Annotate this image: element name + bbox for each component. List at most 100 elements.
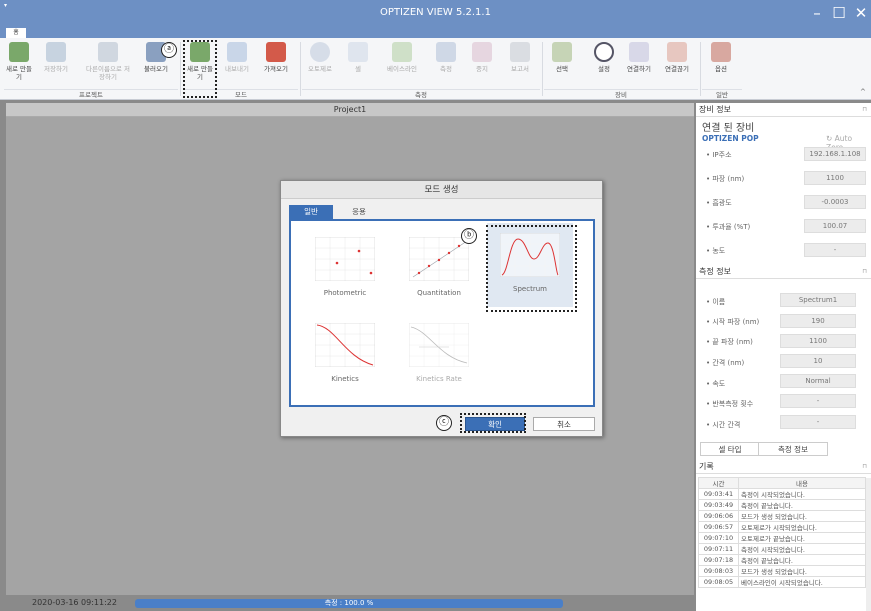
pin-icon[interactable]: ⊓ xyxy=(862,265,867,279)
group-label-device: 장비 xyxy=(544,89,698,99)
disconnect-icon xyxy=(667,42,687,62)
export-icon xyxy=(227,42,247,62)
tab-measure-info[interactable]: 측정 정보 xyxy=(758,442,828,456)
save-icon xyxy=(46,42,66,62)
kinetics-rate-chart-icon xyxy=(409,323,469,367)
log-time: 09:07:11 xyxy=(698,543,739,555)
device-info-header: 장비 정보 ⊓ xyxy=(696,103,871,117)
mode-import-button[interactable]: 가져오기 xyxy=(258,42,294,88)
prop-value: -0.0003 xyxy=(804,195,866,209)
tab-application[interactable]: 응용 xyxy=(337,205,381,219)
log-message: 측정이 시작되었습니다. xyxy=(738,488,866,500)
highlight-new-mode xyxy=(183,40,217,98)
prop-value: 192.168.1.108 xyxy=(804,147,866,161)
table-row[interactable]: 09:03:41 측정이 시작되었습니다. xyxy=(698,488,866,500)
dialog-title: 모드 생성 xyxy=(281,181,602,199)
log-time: 09:03:41 xyxy=(698,488,739,500)
tab-general[interactable]: 일반 xyxy=(289,205,333,219)
prop-label: • IP주소 xyxy=(706,151,732,159)
log-time: 09:08:03 xyxy=(698,565,739,577)
close-button[interactable]: ✕ xyxy=(850,4,871,22)
prop-label: • 이름 xyxy=(706,298,726,306)
document-title: Project1 xyxy=(6,103,694,117)
log-col-content: 내용 xyxy=(738,477,866,489)
badge-c: ⓒ xyxy=(436,415,452,431)
badge-b: ⓑ xyxy=(461,228,477,244)
mode-label: Photometric xyxy=(323,289,367,297)
log-scrollbar[interactable] xyxy=(866,478,871,611)
prop-value: 100.07 xyxy=(804,219,866,233)
prop-value: Normal xyxy=(780,374,856,388)
log-message: 측정이 끝났습니다. xyxy=(738,554,866,566)
pin-icon[interactable]: ⊓ xyxy=(862,460,867,474)
table-row[interactable]: 09:07:10 오토제로가 끝났습니다. xyxy=(698,532,866,544)
mode-label: Kinetics xyxy=(331,375,359,383)
project-new-button[interactable]: 새로 만들기 xyxy=(6,42,32,88)
prop-label: • 파장 (nm) xyxy=(706,175,745,183)
baseline-button[interactable]: 베이스라인 xyxy=(382,42,422,88)
cell-button[interactable]: 셀 xyxy=(344,42,372,88)
photometric-chart-icon xyxy=(315,237,375,281)
group-label-measure: 측정 xyxy=(302,89,540,99)
group-separator xyxy=(180,42,181,96)
auto-zero-button[interactable]: 오토제로 xyxy=(304,42,336,88)
project-save-as-button[interactable]: 다른이름으로 저장하기 xyxy=(86,42,130,88)
prop-label: • 속도 xyxy=(706,380,726,388)
options-button[interactable]: 옵션 xyxy=(708,42,734,88)
prop-label: • 시간 간격 xyxy=(706,421,741,429)
group-separator xyxy=(542,42,543,96)
prop-label: • 반복측정 횟수 xyxy=(706,400,754,408)
table-row[interactable]: 09:07:11 측정이 시작되었습니다. xyxy=(698,543,866,555)
device-settings-button[interactable]: 설정 xyxy=(590,42,618,88)
report-icon xyxy=(510,42,530,62)
maximize-button[interactable]: ☐ xyxy=(828,4,850,22)
dialog-cancel-button[interactable]: 취소 xyxy=(533,417,595,431)
prop-value: - xyxy=(780,415,856,429)
log-col-time: 시간 xyxy=(698,477,739,489)
quantitation-chart-icon xyxy=(409,237,469,281)
device-disconnect-button[interactable]: 연결끊기 xyxy=(660,42,694,88)
prop-value: 1100 xyxy=(780,334,856,348)
minimize-button[interactable]: – xyxy=(806,4,828,22)
measure-button[interactable]: 측정 xyxy=(432,42,460,88)
device-connect-button[interactable]: 연결하기 xyxy=(622,42,656,88)
table-row[interactable]: 09:08:05 베이스라인이 시작되었습니다. xyxy=(698,576,866,588)
prop-value: Spectrum1 xyxy=(780,293,856,307)
stop-button[interactable]: 중지 xyxy=(468,42,496,88)
table-row[interactable]: 09:06:06 모드가 생성 되었습니다. xyxy=(698,510,866,522)
baseline-icon xyxy=(392,42,412,62)
prop-value: 190 xyxy=(780,314,856,328)
table-row[interactable]: 09:07:18 측정이 끝났습니다. xyxy=(698,554,866,566)
table-row[interactable]: 09:08:03 모드가 생성 되었습니다. xyxy=(698,565,866,577)
mode-label: Quantitation xyxy=(417,289,461,297)
table-row[interactable]: 09:03:49 측정이 끝났습니다. xyxy=(698,499,866,511)
pin-icon[interactable]: ⊓ xyxy=(862,103,867,117)
log-message: 오토제로가 끝났습니다. xyxy=(738,532,866,544)
globe-gear-icon xyxy=(594,42,614,62)
mode-kinetics[interactable]: Kinetics xyxy=(305,317,385,397)
mode-kinetics-rate[interactable]: Kinetics Rate xyxy=(399,317,479,397)
log-header: 기록 ⊓ xyxy=(696,460,871,474)
measure-info-header: 측정 정보 ⊓ xyxy=(696,265,871,279)
new-project-icon xyxy=(9,42,29,62)
mode-export-button[interactable]: 내보내기 xyxy=(220,42,254,88)
table-row[interactable]: 09:06:57 오토제로가 시작되었습니다. xyxy=(698,521,866,533)
import-icon xyxy=(266,42,286,62)
tab-home[interactable]: 홈 xyxy=(6,28,26,38)
measure-icon xyxy=(436,42,456,62)
collapse-ribbon-icon[interactable]: ^ xyxy=(860,88,866,96)
report-button[interactable]: 보고서 xyxy=(504,42,536,88)
project-save-button[interactable]: 저장하기 xyxy=(40,42,72,88)
connected-device-label: 연결 된 장비 xyxy=(702,123,755,134)
log-message: 베이스라인이 시작되었습니다. xyxy=(738,576,866,588)
cell-icon xyxy=(348,42,368,62)
right-panel: 장비 정보 ⊓ 연결 된 장비 OPTIZEN POP ↻ Auto Zero … xyxy=(696,103,871,611)
title-bar: ▾ OPTIZEN VIEW 5.2.1.1 – ☐ ✕ xyxy=(0,0,871,28)
tab-cell-type[interactable]: 셀 타입 xyxy=(700,442,760,456)
window-title: OPTIZEN VIEW 5.2.1.1 xyxy=(380,7,491,18)
stop-icon xyxy=(472,42,492,62)
device-select-button[interactable]: 선택 xyxy=(548,42,576,88)
log-message: 측정이 끝났습니다. xyxy=(738,499,866,511)
mode-photometric[interactable]: Photometric xyxy=(305,231,385,311)
log-header-row: 시간 내용 xyxy=(698,477,866,489)
